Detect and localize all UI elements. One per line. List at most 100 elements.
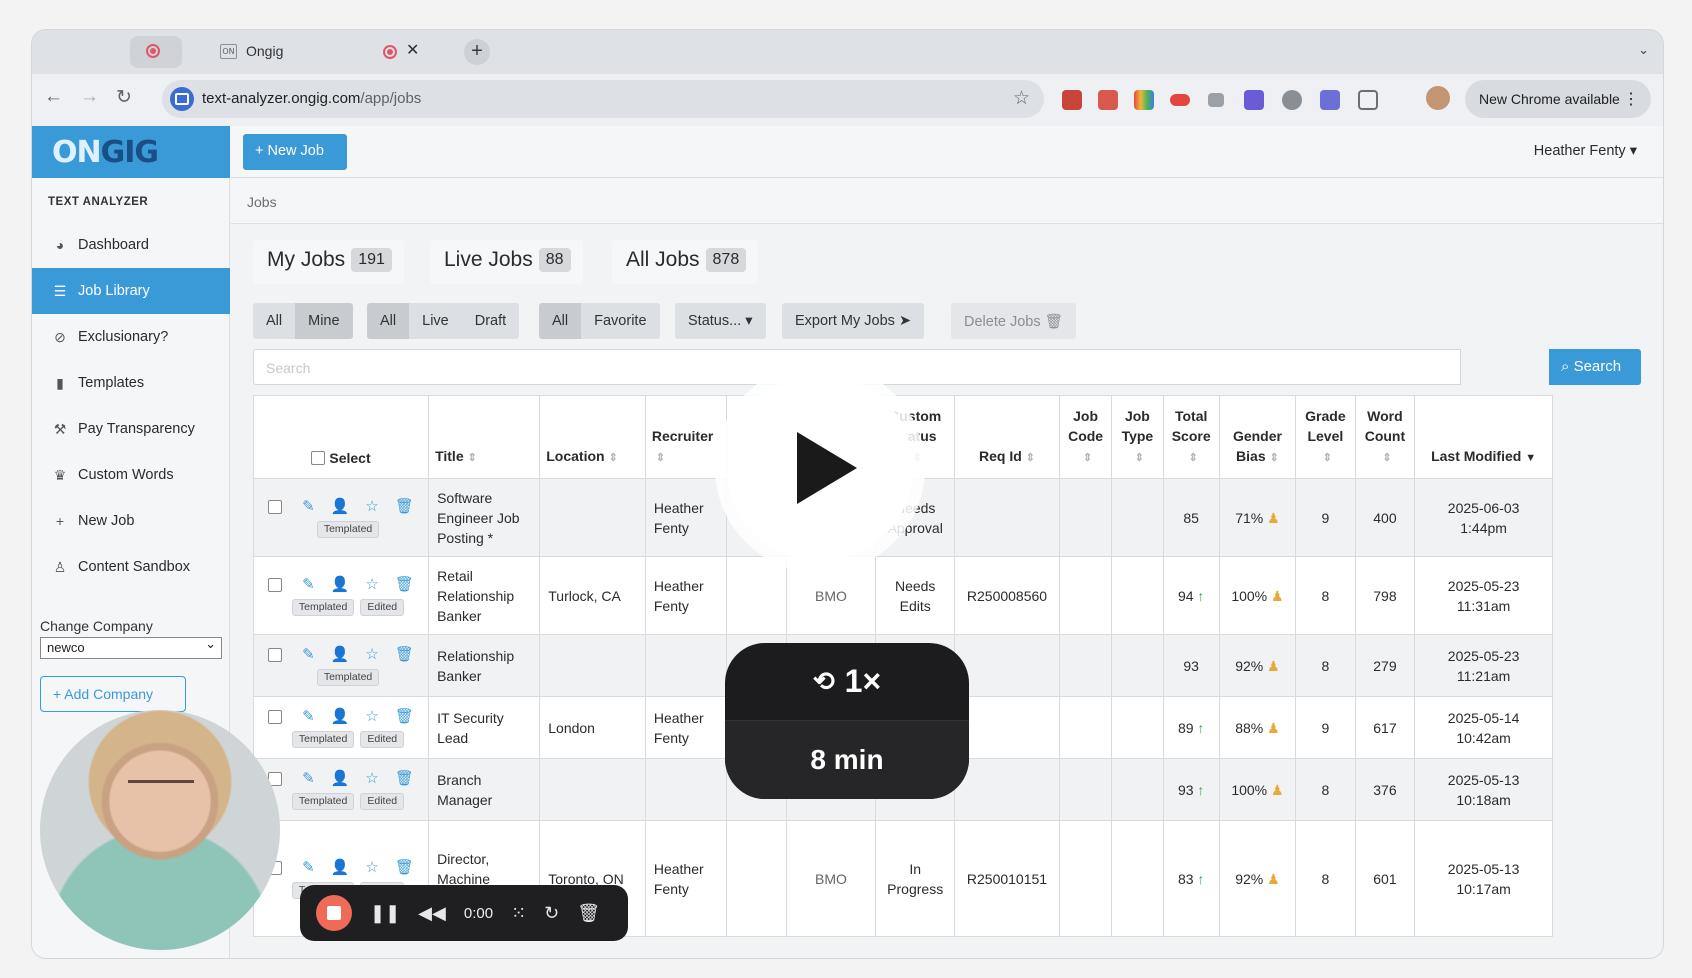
filter-owner-all[interactable]: All — [253, 303, 296, 339]
address-bar[interactable]: text-analyzer.ongig.com/app/jobs ☆ — [162, 80, 1044, 118]
star-icon[interactable]: ☆ — [365, 645, 378, 665]
gender-bias-header[interactable]: Gender Bias ⇕ — [1218, 395, 1297, 479]
title-cell[interactable]: Relationship Banker — [428, 634, 541, 697]
stop-record-button[interactable] — [316, 895, 352, 931]
title-cell[interactable]: Branch Manager — [428, 758, 541, 821]
extension-icon-3[interactable] — [1134, 90, 1154, 110]
extension-icon-4[interactable] — [1170, 94, 1190, 106]
extension-icon-2[interactable] — [1098, 90, 1118, 110]
tab-search-chevron-icon[interactable]: ⌄ — [1638, 42, 1649, 58]
trash-icon[interactable]: 🗑 — [395, 707, 414, 727]
extension-icon-7[interactable] — [1320, 90, 1340, 110]
title-cell[interactable]: IT Security Lead — [428, 696, 541, 759]
req-id-header[interactable]: Req Id ⇕ — [954, 395, 1060, 479]
table-row[interactable]: ✎ 👤 ☆ 🗑 Templated Edited Retail Relationship… — [252, 556, 1553, 635]
trash-icon[interactable]: 🗑 — [395, 645, 414, 665]
site-info-icon[interactable] — [170, 87, 194, 111]
forward-arrow-icon[interactable]: → — [80, 86, 99, 108]
star-icon[interactable]: ☆ — [365, 707, 378, 727]
tab-all-jobs[interactable]: All Jobs 878 — [612, 240, 759, 284]
sidebar-item-custom-words[interactable]: ♛ Custom Words — [32, 452, 230, 498]
total-score-header[interactable]: Total Score ⇕ — [1162, 395, 1220, 479]
chrome-menu-icon[interactable]: ⋮ — [1623, 89, 1639, 109]
star-icon[interactable]: ☆ — [365, 497, 378, 517]
tab-live-jobs[interactable]: Live Jobs 88 — [430, 240, 583, 284]
user-menu[interactable]: Heather Fenty ▾ — [1534, 143, 1637, 159]
rewind-icon[interactable]: ◀◀ — [418, 903, 446, 924]
star-icon[interactable]: ☆ — [365, 575, 378, 595]
sidebar-item-templates[interactable]: ▮ Templates — [32, 360, 230, 406]
extension-icon-6[interactable] — [1282, 90, 1302, 110]
job-type-header[interactable]: Job Type ⇕ — [1111, 395, 1164, 479]
back-arrow-icon[interactable]: ← — [44, 86, 63, 108]
new-tab-button[interactable]: + — [464, 39, 490, 65]
pause-icon[interactable]: ❚❚ — [370, 903, 400, 924]
reload-icon[interactable]: ↻ — [116, 86, 132, 109]
grid-icon[interactable]: ⁙ — [511, 903, 526, 924]
select-header[interactable]: Select — [252, 395, 430, 479]
status-dropdown[interactable]: Status... ▾ — [675, 303, 766, 339]
row-checkbox[interactable] — [268, 578, 283, 592]
tab-close-icon[interactable]: ✕ — [406, 40, 419, 60]
extension-icon-1[interactable] — [1062, 90, 1082, 110]
star-icon[interactable]: ☆ — [365, 858, 378, 878]
edit-icon[interactable]: ✎ — [302, 769, 315, 789]
user-icon[interactable]: 👤 — [331, 645, 350, 665]
sidebar-item-new-job[interactable]: + New Job — [32, 498, 230, 544]
extensions-puzzle-icon[interactable] — [1358, 90, 1378, 110]
edit-icon[interactable]: ✎ — [302, 858, 315, 878]
play-button[interactable] — [715, 363, 925, 573]
profile-avatar[interactable] — [1426, 86, 1450, 110]
title-cell[interactable]: Retail Relationship Banker — [428, 556, 541, 635]
filter-owner-mine[interactable]: Mine — [295, 303, 353, 339]
user-icon[interactable]: 👤 — [331, 497, 350, 517]
ongig-logo[interactable]: ON GIG — [32, 126, 230, 178]
filter-fav-favorite[interactable]: Favorite — [581, 303, 660, 339]
tab-my-jobs[interactable]: My Jobs 191 — [253, 240, 404, 284]
camera-extension-icon[interactable] — [1208, 93, 1224, 107]
company-select[interactable]: newco — [40, 636, 222, 659]
sidebar-item-content-sandbox[interactable]: ♙ Content Sandbox — [32, 544, 230, 590]
user-icon[interactable]: 👤 — [331, 769, 350, 789]
restart-icon[interactable]: ↻ — [544, 903, 559, 924]
sidebar-item-job-library[interactable]: ☰ Job Library — [32, 268, 230, 314]
filter-state-draft[interactable]: Draft — [461, 303, 520, 339]
extension-icon-5[interactable] — [1244, 90, 1264, 110]
sidebar-item-pay-transparency[interactable]: ⚒ Pay Transparency — [32, 406, 230, 452]
row-checkbox[interactable] — [268, 710, 283, 724]
row-checkbox[interactable] — [268, 500, 283, 514]
edit-icon[interactable]: ✎ — [302, 575, 315, 595]
export-my-jobs-button[interactable]: Export My Jobs ➤ — [782, 303, 925, 339]
recording-tab[interactable] — [130, 36, 182, 68]
filter-state-live[interactable]: Live — [409, 303, 462, 339]
sidebar-item-dashboard[interactable]: ◕ Dashboard — [32, 222, 230, 268]
trash-icon[interactable]: 🗑 — [395, 858, 414, 878]
edit-icon[interactable]: ✎ — [302, 497, 315, 517]
grade-level-header[interactable]: Grade Level ⇕ — [1295, 395, 1356, 479]
trash-icon[interactable]: 🗑 — [395, 769, 414, 789]
edit-icon[interactable]: ✎ — [302, 707, 315, 727]
filter-state-all[interactable]: All — [367, 303, 410, 339]
word-count-header[interactable]: Word Count ⇕ — [1354, 395, 1416, 479]
trash-icon[interactable]: 🗑 — [395, 497, 414, 517]
webcam-bubble[interactable] — [40, 710, 280, 950]
user-icon[interactable]: 👤 — [331, 707, 350, 727]
filter-fav-all[interactable]: All — [539, 303, 582, 339]
location-header[interactable]: Location ⇕ — [539, 395, 646, 479]
bookmark-star-icon[interactable]: ☆ — [1013, 87, 1030, 110]
edit-icon[interactable]: ✎ — [302, 645, 315, 665]
playback-speed-card[interactable]: ⟲ 1× 8 min — [725, 643, 969, 799]
job-code-header[interactable]: Job Code ⇕ — [1058, 395, 1113, 479]
title-cell[interactable]: Software Engineer Job Posting * — [428, 478, 541, 557]
row-checkbox[interactable] — [268, 648, 283, 662]
breadcrumb[interactable]: Jobs — [247, 194, 277, 210]
trash-icon[interactable]: 🗑 — [395, 575, 414, 595]
star-icon[interactable]: ☆ — [365, 769, 378, 789]
trash-icon[interactable]: 🗑 — [577, 903, 600, 924]
select-all-checkbox[interactable] — [311, 451, 326, 465]
sidebar-item-exclusionary[interactable]: ⊘ Exclusionary? — [32, 314, 230, 360]
chrome-update-button[interactable]: New Chrome available ⋮ — [1465, 80, 1651, 118]
user-icon[interactable]: 👤 — [331, 575, 350, 595]
add-company-button[interactable]: + Add Company — [40, 676, 186, 712]
new-job-button[interactable]: + New Job — [243, 134, 347, 170]
